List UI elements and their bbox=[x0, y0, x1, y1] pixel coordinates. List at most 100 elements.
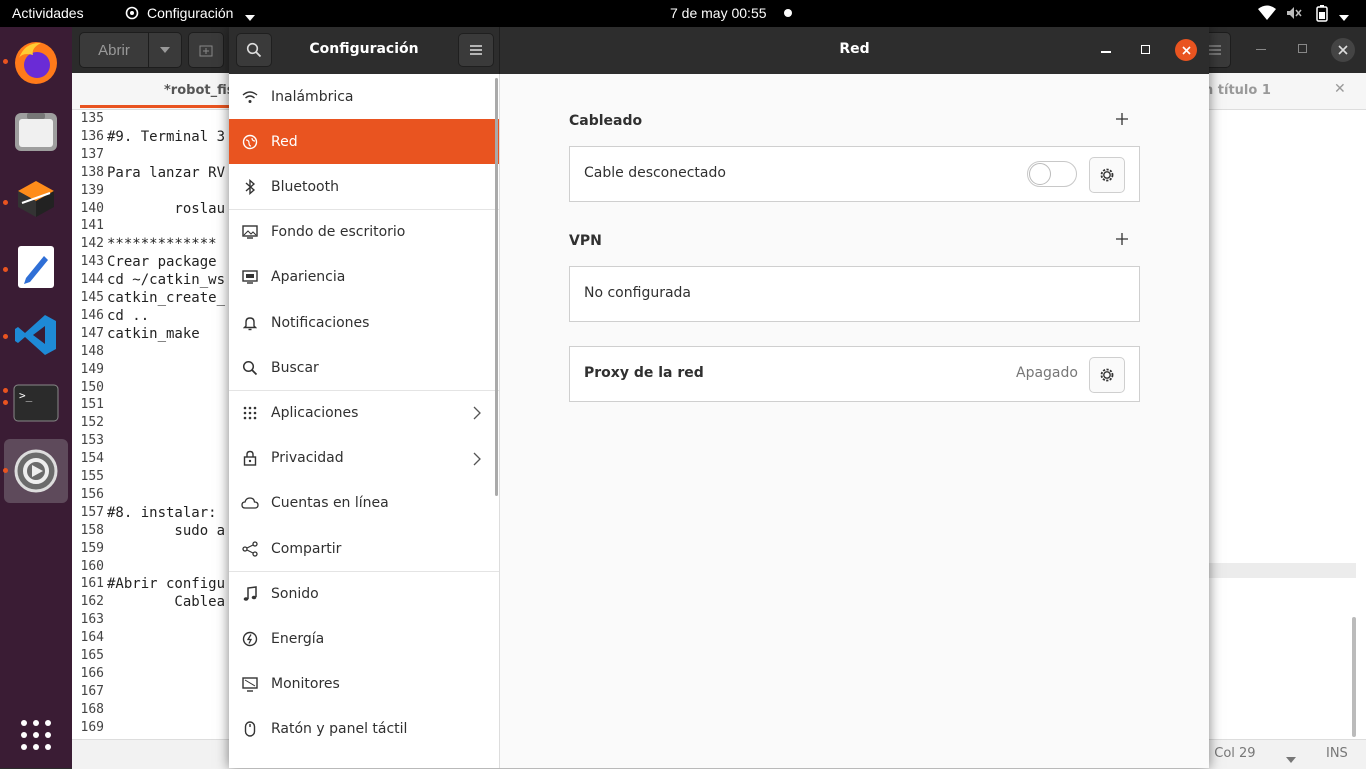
settings-header-bar: Configuración Red bbox=[229, 27, 1209, 74]
notification-dot-icon bbox=[784, 9, 792, 17]
tab-close-icon[interactable]: ✕ bbox=[1334, 81, 1346, 97]
editor-tab-right[interactable]: n título 1 bbox=[1204, 83, 1271, 98]
sidebar-item-monitor[interactable]: Monitores bbox=[229, 662, 499, 707]
sidebar-item-power[interactable]: Energía bbox=[229, 616, 499, 661]
wifi-status-icon[interactable] bbox=[1258, 5, 1276, 25]
line-number: 167 bbox=[80, 683, 104, 699]
volume-icon[interactable] bbox=[1286, 5, 1302, 25]
editor-tab-left[interactable]: *robot_fis bbox=[164, 83, 234, 98]
sublime-icon[interactable] bbox=[8, 171, 64, 227]
code-line[interactable]: Para lanzar RV bbox=[107, 165, 225, 181]
close-button[interactable] bbox=[1175, 39, 1197, 61]
appearance-icon bbox=[229, 270, 271, 284]
proxy-settings-button[interactable] bbox=[1089, 357, 1125, 393]
line-number: 155 bbox=[80, 469, 104, 484]
settings-icon[interactable] bbox=[8, 443, 64, 499]
wired-toggle[interactable] bbox=[1027, 161, 1077, 187]
search-button[interactable] bbox=[236, 33, 272, 67]
cursor-position[interactable]: , Col 29 bbox=[1206, 746, 1256, 761]
editor-close-icon[interactable] bbox=[1331, 38, 1355, 62]
code-line[interactable]: #8. instalar: bbox=[107, 505, 217, 521]
sidebar-item-network[interactable]: Red bbox=[229, 119, 499, 165]
apps-grid-icon bbox=[229, 406, 271, 420]
code-line[interactable]: cd ~/catkin_ws bbox=[107, 272, 225, 288]
add-wired-icon[interactable] bbox=[1115, 112, 1129, 130]
sidebar-item-share[interactable]: Compartir bbox=[229, 526, 499, 571]
sidebar-item-mouse[interactable]: Ratón y panel táctil bbox=[229, 707, 499, 752]
sidebar-item-apps-grid[interactable]: Aplicaciones bbox=[229, 390, 499, 435]
sidebar-item-lock[interactable]: Privacidad bbox=[229, 436, 499, 481]
code-line[interactable]: catkin_make bbox=[107, 326, 200, 342]
system-menu-chevron-icon[interactable] bbox=[1339, 10, 1349, 26]
wired-settings-button[interactable] bbox=[1089, 157, 1125, 193]
code-line[interactable]: Crear package bbox=[107, 254, 217, 270]
settings-app-icon bbox=[124, 5, 140, 25]
code-line[interactable]: #9. Terminal 3 bbox=[107, 129, 225, 145]
sidebar-item-appearance[interactable]: Apariencia bbox=[229, 255, 499, 300]
add-vpn-icon[interactable] bbox=[1115, 232, 1129, 250]
sidebar-item-bell[interactable]: Notificaciones bbox=[229, 300, 499, 345]
code-line[interactable]: #Abrir configu bbox=[107, 576, 225, 592]
terminal-icon[interactable]: >_ bbox=[8, 375, 64, 431]
line-number: 136 bbox=[80, 128, 104, 144]
sidebar-item-label: Compartir bbox=[271, 540, 342, 557]
app-menu-button[interactable]: Configuración bbox=[147, 5, 233, 21]
open-button[interactable]: Abrir bbox=[79, 32, 149, 68]
editor-scrollbar[interactable] bbox=[1352, 617, 1356, 737]
status-chevron-icon[interactable] bbox=[1286, 751, 1296, 767]
activities-button[interactable]: Actividades bbox=[12, 5, 84, 21]
cloud-icon bbox=[229, 497, 271, 509]
text-editor-icon[interactable] bbox=[8, 239, 64, 295]
code-line[interactable]: cd .. bbox=[107, 308, 149, 324]
line-number: 144 bbox=[80, 272, 104, 288]
show-apps-grid-icon[interactable] bbox=[8, 707, 64, 763]
top-bar: Actividades Configuración 7 de may 00:55 bbox=[0, 0, 1366, 27]
sidebar-item-wifi[interactable]: Inalámbrica bbox=[229, 74, 499, 119]
line-number: 143 bbox=[80, 254, 104, 270]
hamburger-menu-button[interactable] bbox=[458, 33, 494, 67]
gear-icon bbox=[1100, 368, 1114, 382]
firefox-icon[interactable] bbox=[8, 35, 64, 91]
lock-icon bbox=[229, 450, 271, 466]
sidebar-item-label: Ratón y panel táctil bbox=[271, 721, 408, 738]
sidebar-item-cloud[interactable]: Cuentas en línea bbox=[229, 481, 499, 526]
line-number: 142 bbox=[80, 236, 104, 252]
line-number: 140 bbox=[80, 200, 104, 216]
maximize-icon[interactable] bbox=[1141, 45, 1150, 54]
sidebar-item-background[interactable]: Fondo de escritorio bbox=[229, 210, 499, 255]
code-line[interactable]: ************* bbox=[107, 236, 217, 252]
open-recent-chevron-icon[interactable] bbox=[148, 32, 182, 68]
chevron-right-icon bbox=[473, 406, 481, 424]
new-tab-icon[interactable] bbox=[188, 32, 224, 68]
code-line[interactable]: catkin_create_ bbox=[107, 290, 225, 306]
search-icon bbox=[229, 360, 271, 376]
code-area[interactable]: 135 136 #9. Terminal 3 137 138 Para lanzar RV… bbox=[72, 109, 232, 753]
sidebar-item-label: Energía bbox=[271, 630, 325, 647]
minimize-icon[interactable] bbox=[1101, 51, 1111, 53]
sidebar-scrollbar[interactable] bbox=[495, 78, 498, 496]
sidebar-item-label: Red bbox=[271, 133, 298, 150]
insert-mode[interactable]: INS bbox=[1326, 746, 1348, 761]
files-icon[interactable] bbox=[8, 103, 64, 159]
proxy-panel[interactable]: Proxy de la red Apagado bbox=[569, 346, 1140, 402]
battery-icon[interactable] bbox=[1316, 5, 1328, 26]
editor-minimize-icon[interactable] bbox=[1256, 49, 1266, 50]
dock: >_ bbox=[0, 27, 72, 768]
line-number: 151 bbox=[80, 397, 104, 413]
clock[interactable]: 7 de may 00:55 bbox=[670, 5, 767, 21]
vscode-icon[interactable] bbox=[8, 307, 64, 363]
proxy-status: Apagado bbox=[1016, 365, 1078, 381]
line-number: 149 bbox=[80, 361, 104, 377]
sidebar-item-music-note[interactable]: Sonido bbox=[229, 571, 499, 616]
sidebar-item-bluetooth[interactable]: Bluetooth bbox=[229, 164, 499, 209]
line-number: 154 bbox=[80, 451, 104, 467]
code-line[interactable]: roslau bbox=[107, 201, 225, 217]
sidebar-separator bbox=[229, 390, 499, 391]
page-title: Red bbox=[839, 41, 870, 57]
code-line[interactable]: Cablea bbox=[107, 594, 225, 610]
code-line[interactable]: sudo a bbox=[107, 523, 225, 539]
sidebar-item-label: Notificaciones bbox=[271, 314, 370, 331]
sidebar-item-search[interactable]: Buscar bbox=[229, 345, 499, 390]
editor-maximize-icon[interactable] bbox=[1298, 44, 1307, 53]
gear-icon bbox=[1100, 168, 1114, 182]
